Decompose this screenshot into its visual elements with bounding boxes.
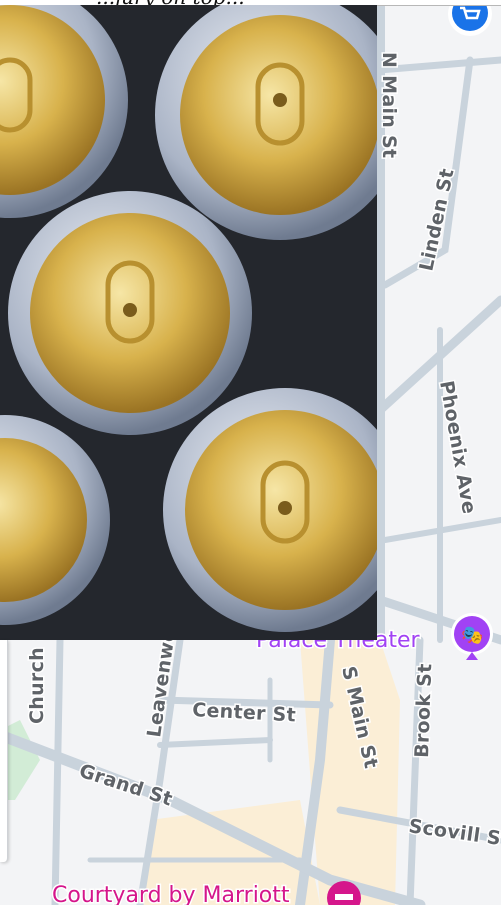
side-panel-edge[interactable] <box>0 640 8 862</box>
street-label-n-main: N Main St <box>378 52 400 158</box>
cans-image <box>0 5 377 640</box>
can <box>8 191 252 435</box>
street-label-brook: Brook St <box>411 663 436 758</box>
svg-text:🎭: 🎭 <box>461 625 483 646</box>
road-church <box>51 636 64 905</box>
poi-label: Courtyard by Marriott <box>52 883 290 905</box>
beverage-cans-photo <box>0 5 377 640</box>
